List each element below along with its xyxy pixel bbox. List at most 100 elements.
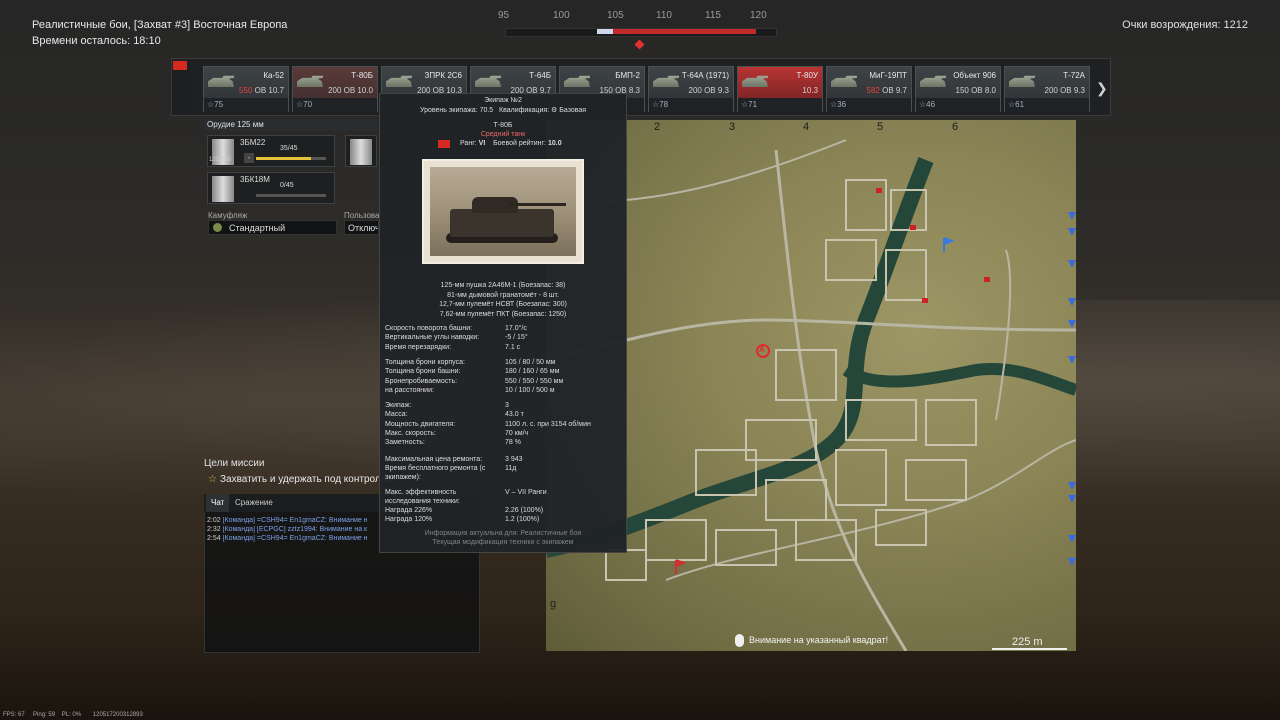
tip-free-repair-label: Время бесплатного ремонта (с	[385, 465, 486, 472]
tip-stat-value: 17.0°/с	[505, 325, 527, 332]
weapon-header: Орудие 125 мм	[204, 119, 377, 131]
tip-free-repair-label: экипажем):	[385, 474, 421, 481]
mission-objectives-title: Цели миссии	[204, 458, 265, 469]
jet-icon	[831, 75, 857, 87]
mission-title: Реалистичные бои, [Захват #3] Восточная …	[32, 19, 288, 31]
tank-icon	[475, 75, 501, 87]
vehicle-name: Объект 906	[953, 71, 996, 80]
ammo-slot-2[interactable]: 3БК18М 0/45	[207, 172, 335, 204]
tip-rank: Ранг: VI Боевой рейтинг: 10.0	[460, 140, 562, 147]
tip-vehicle-name: Т-80Б	[493, 122, 513, 129]
ammo-decrease-button[interactable]: -	[244, 153, 254, 163]
tip-stat-value: 105 / 80 / 50 мм	[505, 358, 556, 366]
vehicle-name: МиГ-19ПТ	[869, 71, 907, 80]
vehicle-name: Т-72А	[1063, 71, 1085, 80]
vehicle-tooltip: Экипаж №2 Уровень экипажа: 70.5 Квалифик…	[379, 93, 627, 553]
vehicle-points: ☆78	[649, 98, 733, 112]
vehicle-photo	[422, 159, 584, 264]
tank-icon	[1009, 75, 1035, 87]
vehicle-slot[interactable]: Т-80У 10.3 ☆71	[737, 66, 823, 112]
vehicle-slot[interactable]: Т-64А (1971) 200 ОВ 9.3 ☆78	[648, 66, 734, 112]
tip-armament-line: 125-мм пушка 2А46М-1 (Боезапас: 38)	[440, 282, 566, 289]
tip-stat-value: -5 / 15°	[505, 334, 528, 342]
map-row-label: g	[550, 598, 557, 610]
vehicle-points: ☆71	[738, 98, 822, 112]
vehicle-cost: 200 ОВ 9.3	[688, 86, 729, 95]
helicopter-icon	[208, 75, 234, 87]
tip-stat-value: 550 / 550 / 550 мм	[505, 377, 564, 385]
tab-chat[interactable]: Чат	[206, 494, 230, 512]
compass-tick: 110	[656, 10, 672, 21]
compass-tick: 120	[750, 10, 767, 21]
tip-armament-line: 12,7-мм пулемёт НСВТ (Боезапас: 300)	[439, 301, 567, 308]
ammo-count: 0/45	[280, 182, 294, 189]
tip-stat-label: Бронепробиваемость:	[385, 377, 458, 385]
tip-armament-line: 81-мм дымовой гранатомёт - 8 шт.	[447, 291, 559, 299]
tip-stat-label: Вертикальные углы наводки:	[385, 334, 480, 342]
ammo-slot-extra[interactable]	[345, 135, 377, 167]
tip-stat-label: Масса:	[385, 411, 408, 419]
tip-crew: Экипаж №2	[484, 97, 522, 104]
chat-message: 2:32 [Команда] [ECPGC] zztz1994: Внимани…	[207, 526, 368, 533]
tip-footer: Информация актуальна для: Реалистичные б…	[424, 530, 582, 537]
tip-stat-label: Экипаж:	[385, 402, 412, 410]
tip-stat-label: Макс. скорость:	[385, 430, 436, 437]
respawn-points-value: 1212	[1223, 19, 1248, 31]
vehicle-slot[interactable]: МиГ-19ПТ 582 ОВ 9.7 ☆36	[826, 66, 912, 112]
tank-icon	[653, 75, 679, 87]
ammo-slot-1[interactable]: 3БМ22 35/45 - 135/135	[207, 135, 335, 167]
map-scale-label: 225 m	[1012, 636, 1043, 648]
tip-stat-label: Заметность:	[385, 439, 425, 447]
tip-stat-value: 1100 л. с. при 3154 об/мин	[505, 420, 591, 428]
time-left-value: 18:10	[133, 35, 161, 47]
tip-stat-label: Толщина брони корпуса:	[385, 358, 465, 366]
ussr-flag-icon	[438, 140, 450, 148]
mission-objective: ☆ Захватить и удержать под контролем	[208, 474, 393, 485]
ammo-slider[interactable]	[256, 194, 326, 197]
tip-stat-value: 180 / 160 / 65 мм	[505, 368, 560, 376]
tip-stat-label: Скорость поворота башни:	[385, 325, 473, 332]
tip-research-label: исследования техники:	[385, 498, 460, 505]
tip-armament-line: 7,62-мм пулемёт ПКТ (Боезапас: 1250)	[439, 310, 567, 318]
vehicle-cost: 582 ОВ 9.7	[866, 86, 908, 95]
tip-stat-value: 10 / 100 / 500 м	[505, 386, 555, 394]
vehicle-slot[interactable]: Ка-52 550 ОВ 10.7 ☆75	[203, 66, 289, 112]
spaa-icon	[386, 75, 412, 87]
gear-icon: ⚙	[551, 107, 558, 114]
camo-select[interactable]: Стандартный	[208, 220, 337, 235]
camo-icon	[213, 223, 222, 232]
chevron-right-icon[interactable]: ❯	[1096, 80, 1108, 97]
team-score-red	[613, 29, 756, 34]
vehicle-slot[interactable]: Т-80Б 200 ОВ 10.0 ☆70	[292, 66, 378, 112]
vehicle-points: ☆46	[916, 98, 1000, 112]
vehicle-slot[interactable]: Объект 906 150 ОВ 8.0 ☆46	[915, 66, 1001, 112]
debug-info: FPS: 67 Ping: 59 PL: 0% 120517200312893	[3, 712, 143, 718]
compass-tick: 100	[553, 10, 570, 21]
vehicle-points: ☆70	[293, 98, 377, 112]
compass-tick: 95	[498, 10, 510, 21]
respawn-points: Очки возрождения: 1212	[1122, 19, 1248, 31]
tip-repair-label: Максимальная цена ремонта:	[385, 456, 483, 463]
map-grid-label: 4	[803, 121, 810, 133]
tab-battle[interactable]: Сражение	[230, 494, 278, 512]
map-grid-label: 3	[729, 121, 736, 133]
vehicle-cost: 150 ОВ 8.0	[955, 86, 996, 95]
vehicle-name: Т-80У	[796, 71, 818, 80]
compass-tick: 105	[607, 10, 624, 21]
tip-stat-value: 7.1 с	[505, 343, 521, 351]
user-skin-label: Пользова	[344, 211, 380, 220]
light-tank-icon	[920, 75, 946, 87]
vehicle-cost: 10.3	[802, 86, 818, 95]
vehicle-points: ☆75	[204, 98, 288, 112]
vehicle-slot[interactable]: Т-72А 200 ОВ 9.3 ☆61	[1004, 66, 1090, 112]
tip-research-value: V – VII Ранги	[505, 489, 547, 496]
ammo-name: 3БК18М	[240, 175, 270, 184]
capture-point-label: A	[759, 345, 765, 354]
vehicle-name: Т-64А (1971)	[681, 71, 729, 80]
shell-icon	[212, 176, 234, 202]
compass-tick: 115	[705, 10, 721, 21]
ammo-slider-fill	[256, 157, 311, 160]
user-skin-select[interactable]: Отключ	[344, 220, 379, 235]
ammo-slider[interactable]	[256, 157, 326, 160]
chat-message: 2:02 [Команда] =CSH94= En1gmaCZ: Внимани…	[207, 517, 368, 524]
